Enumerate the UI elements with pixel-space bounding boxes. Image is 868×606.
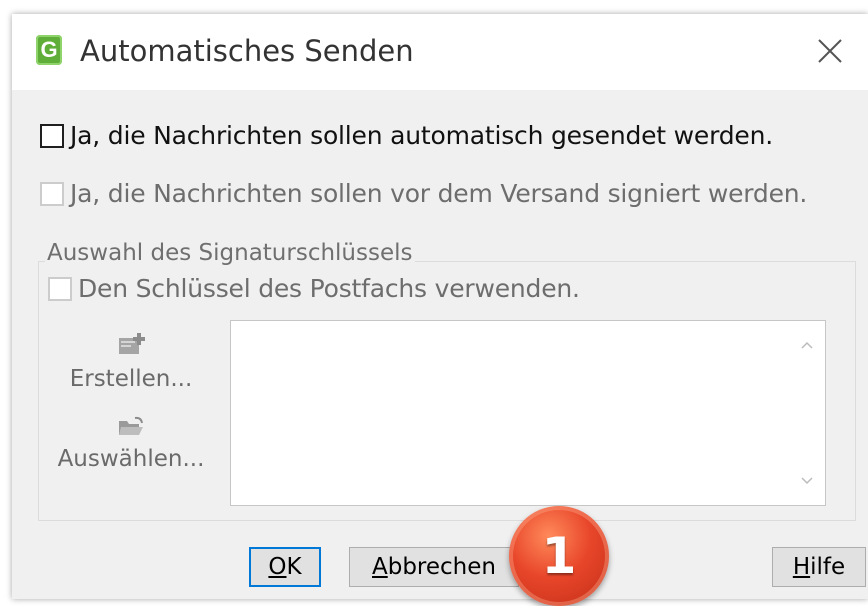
use-mailbox-key-option[interactable]: Den Schlüssel des Postfachs verwenden. bbox=[48, 274, 580, 303]
scroll-up-icon[interactable] bbox=[799, 337, 815, 353]
auto-send-checkbox[interactable] bbox=[40, 123, 64, 148]
auto-send-dialog: G Automatisches Senden Ja, die Nachricht… bbox=[12, 14, 868, 606]
use-mailbox-key-checkbox[interactable] bbox=[48, 276, 72, 301]
close-button[interactable] bbox=[815, 36, 845, 66]
sign-option[interactable]: Ja, die Nachrichten sollen vor dem Versa… bbox=[40, 179, 807, 208]
help-button[interactable]: Hilfe bbox=[772, 547, 866, 587]
ok-mnemonic: O bbox=[268, 554, 287, 580]
ok-label: K bbox=[286, 554, 302, 580]
signature-group-title: Auswahl des Signaturschlüssels bbox=[45, 240, 415, 266]
signature-key-list[interactable] bbox=[230, 320, 826, 506]
cancel-button[interactable]: Abbrechen bbox=[349, 547, 519, 587]
auto-send-option[interactable]: Ja, die Nachrichten sollen automatisch g… bbox=[40, 121, 773, 150]
new-key-icon bbox=[119, 333, 145, 354]
window-title: Automatisches Senden bbox=[80, 34, 414, 68]
auto-send-label: Ja, die Nachrichten sollen automatisch g… bbox=[70, 121, 773, 150]
sign-label: Ja, die Nachrichten sollen vor dem Versa… bbox=[70, 179, 808, 208]
folder-open-icon bbox=[119, 416, 143, 435]
title-bar: G Automatisches Senden bbox=[12, 14, 868, 90]
scroll-down-icon[interactable] bbox=[799, 473, 815, 489]
select-key-button[interactable]: Auswählen... bbox=[46, 416, 216, 472]
cancel-mnemonic: A bbox=[372, 554, 388, 580]
use-mailbox-key-label: Den Schlüssel des Postfachs verwenden. bbox=[78, 274, 580, 303]
create-key-label: Erstellen... bbox=[69, 366, 193, 392]
create-key-button[interactable]: Erstellen... bbox=[56, 332, 206, 392]
help-label: ilfe bbox=[810, 554, 846, 580]
select-key-label: Auswählen... bbox=[57, 446, 205, 472]
ok-button[interactable]: OK bbox=[249, 547, 321, 587]
close-icon bbox=[818, 39, 842, 63]
cancel-label: bbrechen bbox=[387, 554, 496, 580]
help-mnemonic: H bbox=[792, 554, 811, 580]
app-logo-icon: G bbox=[36, 35, 62, 65]
sign-checkbox[interactable] bbox=[40, 181, 64, 206]
step-callout-badge: 1 bbox=[509, 506, 609, 606]
